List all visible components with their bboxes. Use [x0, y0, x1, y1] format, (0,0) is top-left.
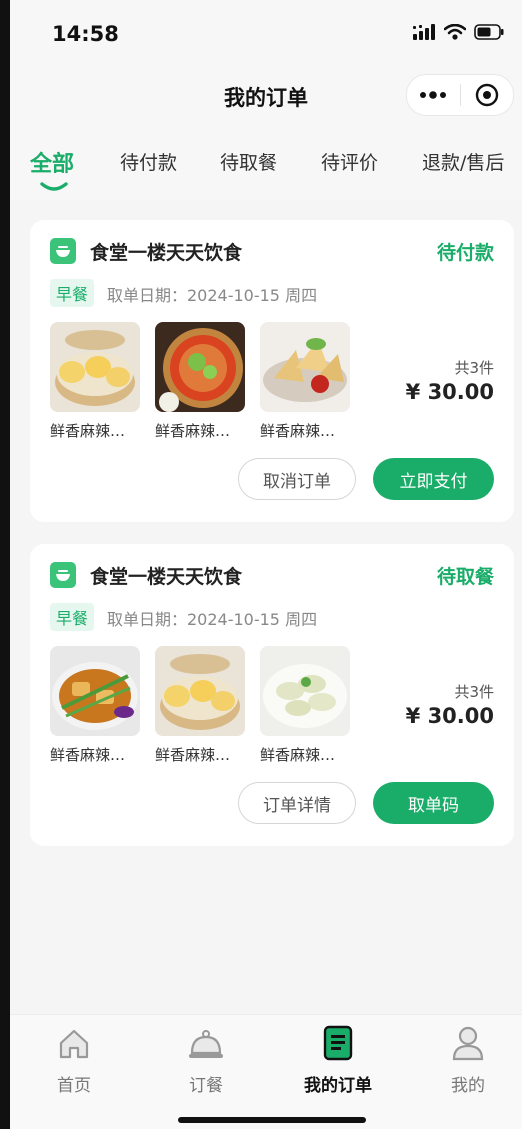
- more-button[interactable]: [407, 75, 460, 115]
- shop-name[interactable]: 食堂一楼天天饮食: [90, 562, 242, 589]
- food-name: 鲜香麻辣…: [155, 422, 231, 440]
- status-time: 14:58: [52, 22, 119, 46]
- tabbar-item-home[interactable]: 首页: [24, 1023, 124, 1096]
- order-status: 待付款: [436, 242, 494, 264]
- order-status-tabs: 全部 待付款 待取餐 待评价 退款/售后: [10, 130, 522, 200]
- food-image-samosa[interactable]: [260, 322, 350, 412]
- food-image-dumplings[interactable]: [260, 646, 350, 736]
- food-name: 鲜香麻辣…: [260, 746, 336, 764]
- tab-pending-pickup[interactable]: 待取餐: [220, 148, 277, 175]
- status-bar: 14:58: [10, 0, 522, 64]
- canteen-icon: [50, 562, 76, 588]
- pickup-date: 取单日期：2024-10-15 周四: [107, 610, 318, 629]
- tab-refund[interactable]: 退款/售后: [422, 148, 504, 175]
- shop-name[interactable]: 食堂一楼天天饮食: [90, 238, 242, 265]
- order-status: 待取餐: [436, 566, 494, 588]
- cancel-order-button[interactable]: 取消订单: [238, 458, 356, 500]
- food-name: 鲜香麻辣…: [260, 422, 336, 440]
- food-name: 鲜香麻辣…: [50, 422, 126, 440]
- tab-all[interactable]: 全部: [30, 146, 74, 178]
- food-image-tofu-stir-fry[interactable]: [50, 646, 140, 736]
- home-icon: [59, 1029, 89, 1059]
- pickup-date: 取单日期：2024-10-15 周四: [107, 286, 318, 305]
- tabbar-label: 订餐: [189, 1076, 223, 1096]
- tabbar-item-my-orders[interactable]: 我的订单: [288, 1023, 388, 1096]
- pickup-code-button[interactable]: 取单码: [373, 782, 494, 824]
- meal-badge: 早餐: [50, 279, 95, 307]
- tabbar-label: 我的订单: [304, 1076, 372, 1096]
- app-screen: 14:58 我的订单 全部 待付款 待取餐 待评价 退款/售后 食堂一楼天天饮食…: [10, 0, 522, 1129]
- order-card: 食堂一楼天天饮食 待取餐 早餐 取单日期：2024-10-15 周四 鲜香麻辣……: [30, 544, 514, 846]
- nav-bar: 我的订单: [10, 64, 522, 130]
- meal-badge: 早餐: [50, 603, 95, 631]
- order-price: ¥ 30.00: [405, 704, 494, 728]
- food-image-steamed-buns[interactable]: [50, 322, 140, 412]
- active-tab-indicator: [40, 182, 68, 191]
- pay-now-button[interactable]: 立即支付: [373, 458, 494, 500]
- food-cloche-icon: [189, 1030, 223, 1058]
- item-count: 共3件: [454, 683, 494, 701]
- tab-pending-payment[interactable]: 待付款: [120, 148, 177, 175]
- food-image-noodles[interactable]: [155, 322, 245, 412]
- tab-pending-review[interactable]: 待评价: [321, 148, 378, 175]
- item-count: 共3件: [454, 359, 494, 377]
- user-icon: [452, 1026, 484, 1061]
- mini-program-capsule: [406, 74, 514, 116]
- order-details-button[interactable]: 订单详情: [238, 782, 356, 824]
- order-price: ¥ 30.00: [405, 380, 494, 404]
- tabbar-label: 首页: [57, 1076, 91, 1096]
- bottom-tab-bar: 首页 订餐 我的订单 我的: [10, 1014, 522, 1129]
- more-dots-icon: [420, 91, 447, 99]
- target-close-icon: [475, 83, 498, 107]
- wifi-icon: [444, 24, 466, 40]
- status-icons: [412, 24, 504, 40]
- tabbar-label: 我的: [451, 1076, 485, 1096]
- close-mini-program-button[interactable]: [461, 75, 514, 115]
- food-image-steamed-buns[interactable]: [155, 646, 245, 736]
- signal-icon: [413, 24, 435, 40]
- tabbar-item-order-food[interactable]: 订餐: [156, 1023, 256, 1096]
- order-list-icon: [323, 1025, 353, 1061]
- order-card: 食堂一楼天天饮食 待付款 早餐 取单日期：2024-10-15 周四 鲜香麻辣……: [30, 220, 514, 522]
- canteen-icon: [50, 238, 76, 264]
- battery-icon: [474, 24, 504, 40]
- food-name: 鲜香麻辣…: [50, 746, 126, 764]
- tabbar-item-profile[interactable]: 我的: [418, 1023, 518, 1096]
- home-indicator: [178, 1117, 366, 1123]
- food-name: 鲜香麻辣…: [155, 746, 231, 764]
